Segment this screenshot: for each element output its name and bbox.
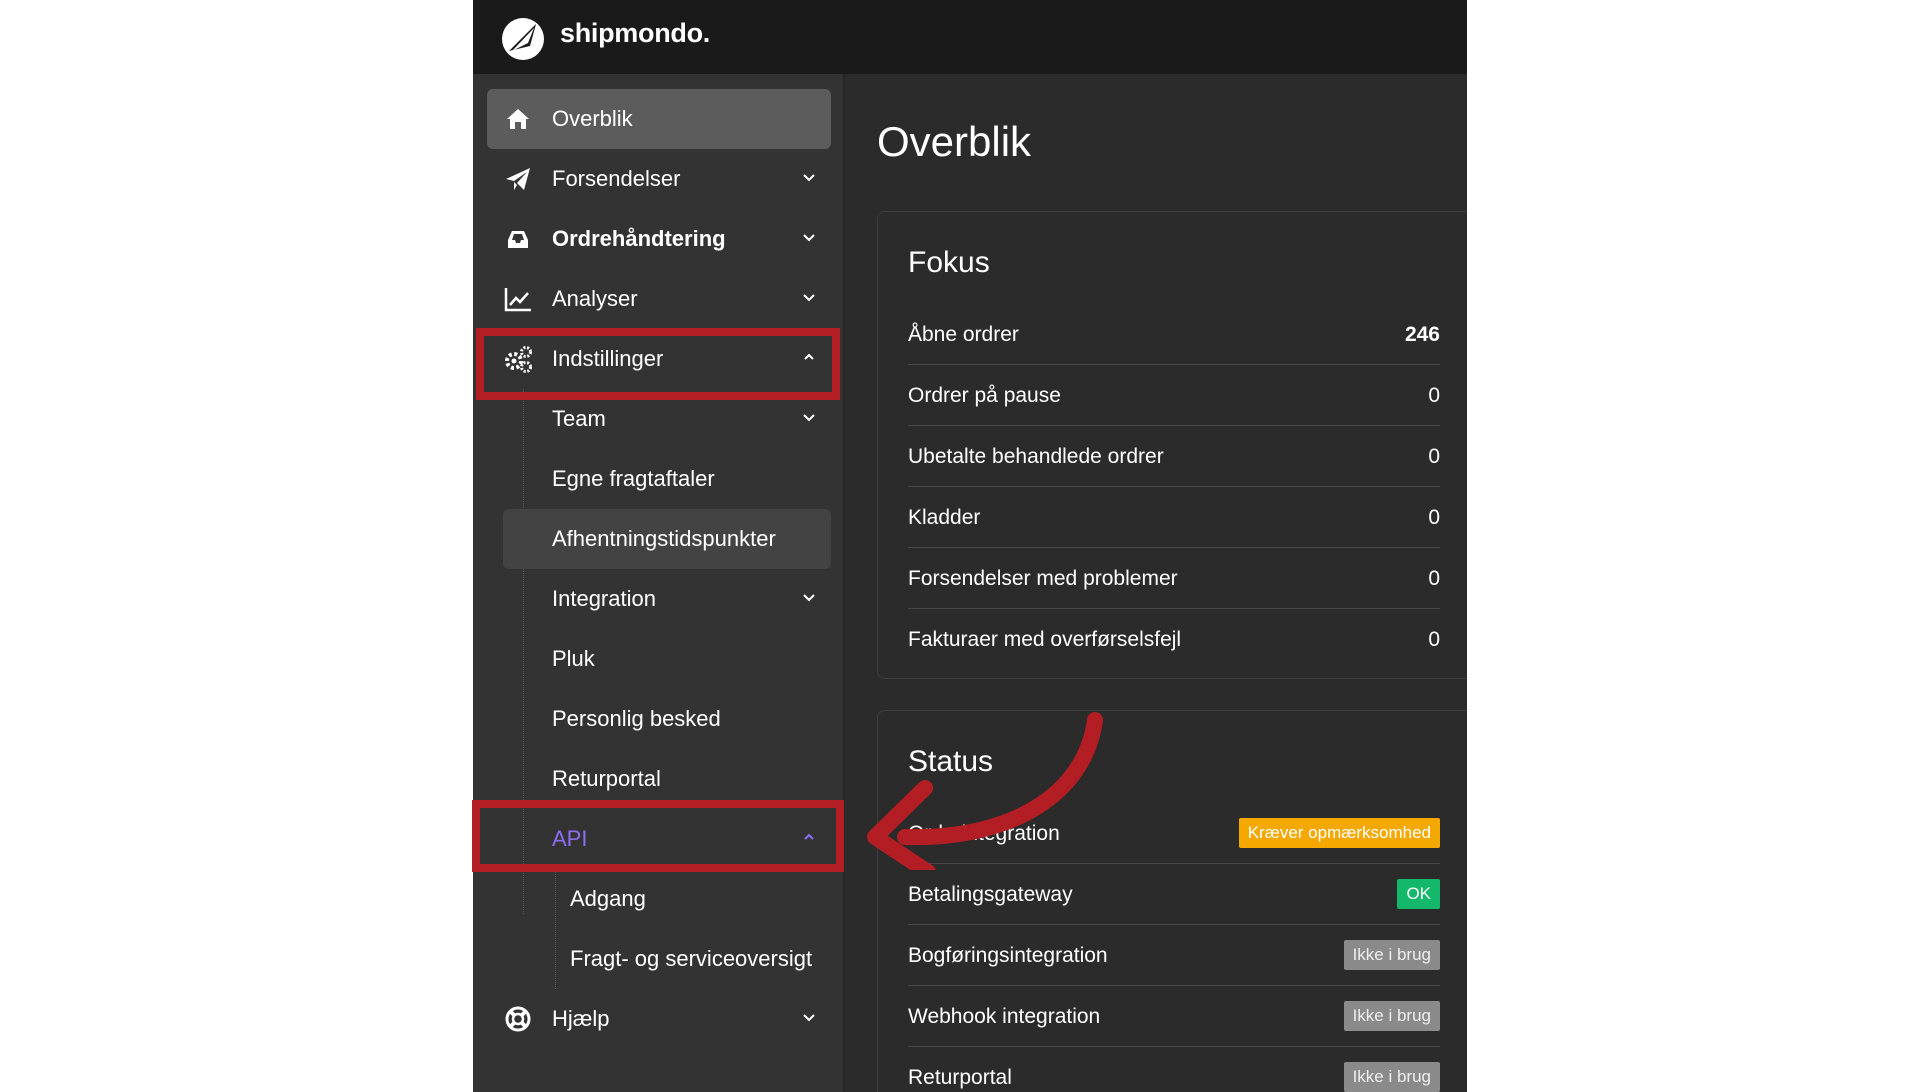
status-row-label: Betalingsgateway — [908, 883, 1073, 906]
status-badge: Ikke i brug — [1343, 1001, 1440, 1031]
sidebar-item-hjaelp[interactable]: Hjælp — [487, 989, 831, 1049]
line-chart-icon — [504, 288, 531, 312]
sidebar-item-label: Pluk — [552, 646, 595, 671]
chevron-down-icon — [803, 294, 815, 302]
sidebar-item-label: Personlig besked — [552, 706, 721, 731]
focus-row-label: Ubetalte behandlede ordrer — [908, 445, 1164, 468]
sidebar-item-afhentningstidspunkter[interactable]: Afhentningstidspunkter — [503, 509, 831, 569]
focus-card: Fokus Åbne ordrer 246 Ordrer på pause 0 … — [877, 211, 1467, 679]
focus-row[interactable]: Ubetalte behandlede ordrer 0 — [908, 426, 1440, 487]
sidebar-item-label: Overblik — [552, 106, 633, 131]
status-row-label: Webhook integration — [908, 1005, 1101, 1028]
status-badge: OK — [1397, 879, 1440, 909]
focus-row-label: Forsendelser med problemer — [908, 567, 1178, 590]
focus-row[interactable]: Kladder 0 — [908, 487, 1440, 548]
status-row-label: Returportal — [908, 1066, 1012, 1089]
lifebuoy-icon — [505, 1006, 531, 1032]
focus-card-title: Fokus — [908, 246, 990, 279]
annotation-arrow-icon — [867, 712, 1103, 870]
focus-row[interactable]: Åbne ordrer 246 — [908, 304, 1440, 365]
sidebar-item-egne-fragtaftaler[interactable]: Egne fragtaftaler — [503, 449, 831, 509]
highlight-box-api — [472, 800, 844, 872]
chevron-down-icon — [803, 1014, 815, 1022]
focus-row-label: Kladder — [908, 506, 981, 529]
focus-row-label: Fakturaer med overførselsfejl — [908, 628, 1182, 651]
app-window: shipmondo. Overblik Forsendelser Ordrehå… — [473, 0, 1467, 1092]
sidebar-item-label: Analyser — [552, 286, 638, 311]
brand-name[interactable]: shipmondo. — [560, 18, 710, 49]
sidebar-item-label: Egne fragtaftaler — [552, 466, 715, 491]
sidebar-item-label: Integration — [552, 586, 656, 611]
sidebar-item-label: Returportal — [552, 766, 661, 791]
focus-row-label: Åbne ordrer — [908, 323, 1019, 346]
status-row[interactable]: Webhook integration Ikke i brug — [908, 986, 1440, 1047]
status-badge: Ikke i brug — [1343, 940, 1440, 970]
chevron-down-icon — [803, 174, 815, 182]
top-bar: shipmondo. — [473, 0, 1467, 74]
shipmondo-logo-icon — [502, 18, 544, 60]
sidebar-item-ordrehandtering[interactable]: Ordrehåndtering — [487, 209, 831, 269]
focus-row[interactable]: Fakturaer med overførselsfejl 0 — [908, 609, 1440, 670]
sidebar-item-fragt-og-serviceoversigt[interactable]: Fragt- og serviceoversigt — [523, 929, 831, 989]
sidebar-item-label: Afhentningstidspunkter — [552, 526, 776, 551]
status-badge: Ikke i brug — [1343, 1062, 1440, 1092]
sidebar-item-adgang[interactable]: Adgang — [523, 869, 831, 929]
paper-plane-icon — [506, 168, 530, 190]
sidebar-item-pluk[interactable]: Pluk — [503, 629, 831, 689]
sidebar-item-label: Forsendelser — [552, 166, 681, 191]
sidebar-item-analyser[interactable]: Analyser — [487, 269, 831, 329]
sidebar-item-label: Adgang — [570, 886, 646, 911]
highlight-box-indstillinger — [476, 328, 840, 400]
status-row[interactable]: Bogføringsintegration Ikke i brug — [908, 925, 1440, 986]
sidebar-item-label: Fragt- og serviceoversigt — [570, 946, 813, 971]
chevron-down-icon — [803, 414, 815, 422]
main-content: Overblik Fokus Åbne ordrer 246 Ordrer på… — [847, 74, 1467, 1092]
status-row[interactable]: Betalingsgateway OK — [908, 864, 1440, 925]
status-badge: Kræver opmærksomhed — [1238, 818, 1440, 848]
focus-row[interactable]: Forsendelser med problemer 0 — [908, 548, 1440, 609]
focus-row-value: 0 — [1428, 506, 1440, 529]
home-icon — [507, 109, 529, 129]
focus-row-value: 0 — [1428, 628, 1440, 651]
focus-row-label: Ordrer på pause — [908, 384, 1061, 407]
status-row[interactable]: Returportal Ikke i brug — [908, 1047, 1440, 1092]
page-title: Overblik — [877, 118, 1032, 165]
sidebar-item-label: Hjælp — [552, 1006, 610, 1031]
sidebar-item-forsendelser[interactable]: Forsendelser — [487, 149, 831, 209]
focus-row[interactable]: Ordrer på pause 0 — [908, 365, 1440, 426]
chevron-down-icon — [803, 594, 815, 602]
inbox-icon — [508, 231, 528, 248]
chevron-down-icon — [803, 234, 815, 242]
status-row-label: Bogføringsintegration — [908, 944, 1108, 967]
focus-row-value: 0 — [1428, 384, 1440, 407]
sidebar-item-overblik[interactable]: Overblik — [487, 89, 831, 149]
sidebar-item-integration[interactable]: Integration — [503, 569, 831, 629]
focus-row-value: 0 — [1428, 445, 1440, 468]
sidebar-item-label: Ordrehåndtering — [552, 226, 726, 251]
sidebar: Overblik Forsendelser Ordrehåndtering An… — [473, 74, 845, 1092]
focus-row-value: 246 — [1404, 323, 1440, 346]
sidebar-item-personlig-besked[interactable]: Personlig besked — [503, 689, 831, 749]
focus-row-value: 0 — [1428, 567, 1440, 590]
sidebar-item-label: Team — [552, 406, 606, 431]
